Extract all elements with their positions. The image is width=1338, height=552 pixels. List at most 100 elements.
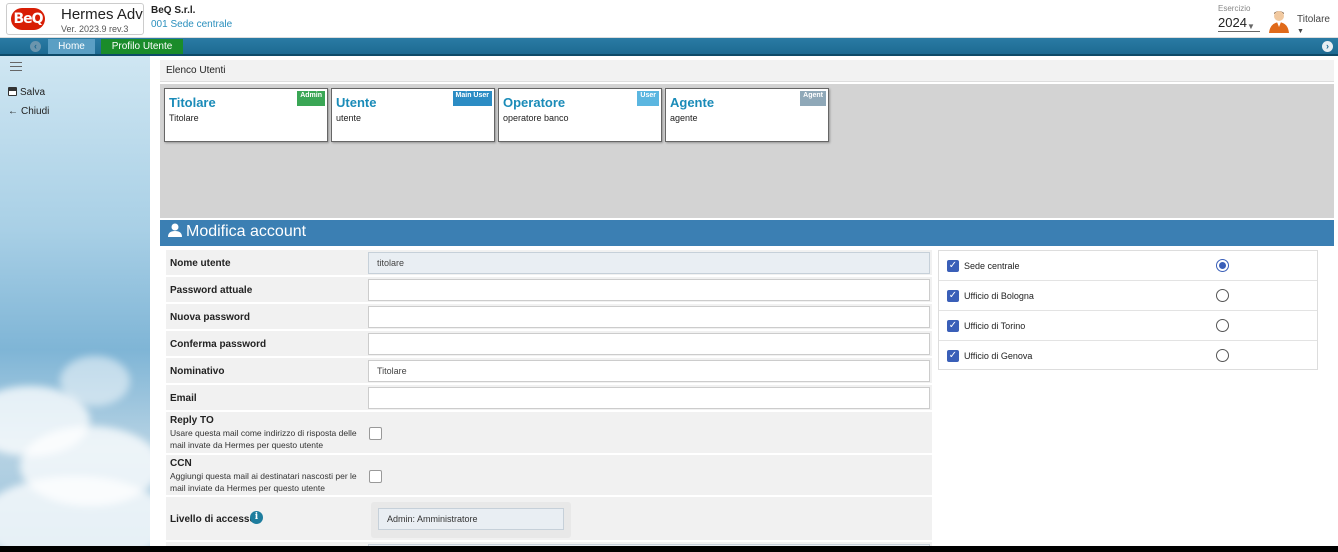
form-row-ccn: CCN Aggiungi questa mail ai destinatari … [166, 455, 932, 496]
access-level-container: Admin: Amministratore [371, 502, 571, 538]
form-row-nominativo: Nominativo Titolare [166, 358, 932, 384]
chevron-left-icon[interactable]: ‹ [30, 41, 41, 52]
office-label: Ufficio di Bologna [964, 291, 1034, 301]
office-row: ✓ Ufficio di Genova [939, 341, 1317, 371]
form-row-access-level: Livello di accesso i Admin: Amministrato… [166, 497, 932, 541]
access-level-field[interactable]: Admin: Amministratore [378, 508, 564, 530]
next-field [368, 544, 930, 546]
cloud-decoration [0, 476, 150, 546]
reply-to-checkbox[interactable] [369, 427, 382, 440]
user-card-title: Titolare [169, 95, 216, 110]
username-field: titolare [368, 252, 930, 274]
confirm-password-label: Conferma password [170, 339, 267, 350]
user-name-label: Titolare [1297, 14, 1330, 25]
new-password-field[interactable] [368, 306, 930, 328]
nominativo-label: Nominativo [170, 366, 225, 377]
ccn-description: Aggiungi questa mail ai destinatari nasc… [170, 471, 357, 493]
office-row: ✓ Ufficio di Torino [939, 311, 1317, 341]
user-card-subtitle: utente [336, 113, 362, 123]
user-menu[interactable]: Titolare ▼ [1297, 14, 1338, 36]
company-site-link[interactable]: 001 Sede centrale [151, 19, 232, 30]
current-password-label: Password attuale [170, 285, 253, 296]
ccn-checkbox[interactable] [369, 470, 382, 483]
form-row-confirm-password: Conferma password [166, 331, 932, 357]
reply-to-label: Reply TO [170, 415, 214, 426]
users-list-title: Elenco Utenti [160, 60, 1334, 82]
confirm-password-field[interactable] [368, 333, 930, 355]
close-label: Chiudi [21, 106, 50, 117]
cloud-decoration [60, 356, 130, 406]
new-password-label: Nuova password [170, 312, 251, 323]
save-label: Salva [20, 87, 46, 98]
role-badge: User [637, 91, 659, 106]
app-version: Ver. 2023.9 rev.3 [61, 24, 129, 34]
office-checkbox-checked[interactable]: ✓ [947, 320, 959, 332]
user-card-title: Agente [670, 95, 715, 110]
info-icon[interactable]: i [250, 511, 263, 524]
office-checkbox-checked[interactable]: ✓ [947, 350, 959, 362]
access-level-label: Livello di accesso [170, 514, 256, 525]
role-badge: Main User [452, 91, 492, 106]
user-card-utente[interactable]: Utente utente Main User [331, 88, 495, 142]
edit-account-title: Modifica account [186, 223, 307, 240]
office-label: Ufficio di Genova [964, 351, 1033, 361]
user-card-titolare[interactable]: Titolare Titolare Admin [164, 88, 328, 142]
sidebar: Salva ← Chiudi [0, 56, 150, 546]
tab-home[interactable]: Home [48, 39, 95, 54]
form-row-new-password: Nuova password [166, 304, 932, 330]
form-row-email: Email [166, 385, 932, 411]
chevron-down-icon: ▼ [1247, 22, 1255, 31]
user-avatar-icon[interactable] [1268, 9, 1290, 33]
office-checkbox-checked[interactable]: ✓ [947, 260, 959, 272]
edit-account-header: Modifica account [160, 220, 1334, 246]
reply-to-description: Usare questa mail come indirizzo di risp… [170, 428, 357, 450]
user-card-subtitle: agente [670, 113, 698, 123]
company-name: BeQ S.r.l. [151, 5, 196, 16]
office-row: ✓ Ufficio di Bologna [939, 281, 1317, 311]
save-button[interactable]: Salva [8, 86, 45, 98]
close-button[interactable]: ← Chiudi [8, 106, 49, 117]
app-window: BeQ Hermes Adv Ver. 2023.9 rev.3 BeQ S.r… [0, 0, 1338, 546]
save-icon [8, 87, 17, 96]
nav-bar: ‹ Home Profilo Utente › [0, 38, 1338, 56]
app-name: Hermes Adv [61, 6, 143, 23]
user-card-subtitle: operatore banco [503, 113, 569, 123]
tab-profilo-utente[interactable]: Profilo Utente [101, 39, 183, 54]
form-row-next [166, 542, 932, 546]
user-card-subtitle: Titolare [169, 113, 199, 123]
office-default-radio-selected[interactable] [1216, 259, 1229, 272]
email-field[interactable] [368, 387, 930, 409]
office-default-radio[interactable] [1216, 349, 1229, 362]
top-header: BeQ Hermes Adv Ver. 2023.9 rev.3 BeQ S.r… [0, 0, 1338, 38]
office-default-radio[interactable] [1216, 319, 1229, 332]
user-icon [168, 223, 182, 237]
user-card-title: Utente [336, 95, 377, 110]
office-row: ✓ Sede centrale [939, 251, 1317, 281]
user-card-title: Operatore [503, 95, 566, 110]
esercizio-label: Esercizio [1218, 4, 1251, 13]
username-label: Nome utente [170, 258, 231, 269]
form-row-reply-to: Reply TO Usare questa mail come indirizz… [166, 412, 932, 454]
app-brand[interactable]: BeQ Hermes Adv Ver. 2023.9 rev.3 [6, 3, 144, 35]
office-label: Ufficio di Torino [964, 321, 1026, 331]
beq-logo: BeQ [11, 8, 45, 30]
role-badge: Agent [800, 91, 826, 106]
chevron-right-icon[interactable]: › [1322, 41, 1333, 52]
form-row-current-password: Password attuale [166, 277, 932, 303]
user-card-agente[interactable]: Agente agente Agent [665, 88, 829, 142]
main-content: Elenco Utenti Titolare Titolare Admin Ut… [150, 56, 1338, 546]
caret-down-icon: ▼ [1297, 28, 1304, 35]
nominativo-field[interactable]: Titolare [368, 360, 930, 382]
form-row-username: Nome utente titolare [166, 250, 932, 276]
office-default-radio[interactable] [1216, 289, 1229, 302]
role-badge: Admin [297, 91, 325, 106]
users-list: Titolare Titolare Admin Utente utente Ma… [160, 84, 1334, 218]
user-card-operatore[interactable]: Operatore operatore banco User [498, 88, 662, 142]
current-password-field[interactable] [368, 279, 930, 301]
office-checkbox-checked[interactable]: ✓ [947, 290, 959, 302]
offices-list: ✓ Sede centrale ✓ Ufficio di Bologna ✓ U… [938, 250, 1318, 370]
email-label: Email [170, 393, 197, 404]
hamburger-menu-icon[interactable] [10, 62, 22, 72]
ccn-label: CCN [170, 458, 192, 469]
arrow-left-icon: ← [8, 106, 18, 117]
